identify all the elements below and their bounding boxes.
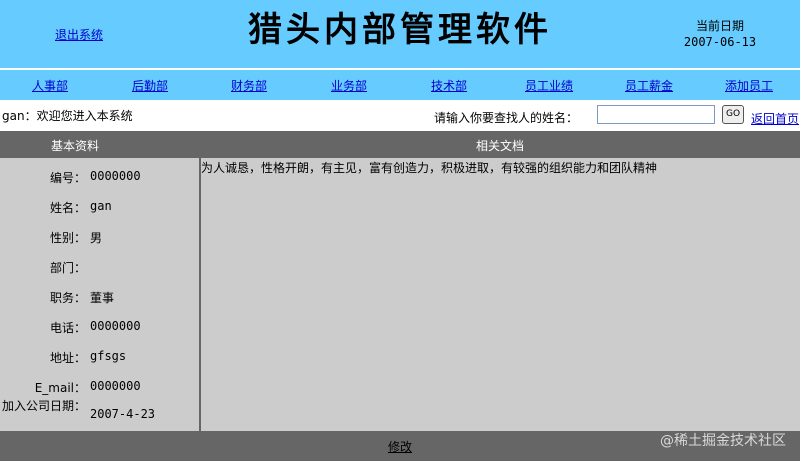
field-value: 董事 (90, 291, 115, 305)
field-label: 姓名： (49, 201, 86, 215)
header-bar: 退出系统 猎头内部管理软件 当前日期 2007-06-13 (0, 0, 800, 68)
field-position: 职务： 董事 (0, 281, 199, 311)
nav-salary[interactable]: 员工薪金 (625, 77, 673, 94)
edit-link[interactable]: 修改 (388, 440, 412, 454)
nav-tech[interactable]: 技术部 (431, 77, 467, 94)
field-value: 2007-4-23 (90, 407, 156, 421)
field-name: 姓名： gan (0, 191, 199, 221)
field-value: gan (90, 199, 112, 213)
field-label: 电话： (49, 321, 86, 335)
field-label: 性别： (49, 231, 86, 245)
field-label: 加入公司日期： (1, 399, 86, 413)
welcome-message: gan：欢迎您进入本系统 (2, 109, 133, 123)
logout-link[interactable]: 退出系统 (55, 26, 103, 43)
nav-finance[interactable]: 财务部 (231, 77, 267, 94)
go-button[interactable]: GO (722, 105, 744, 124)
nav-logistics[interactable]: 后勤部 (132, 77, 168, 94)
current-date: 当前日期 2007-06-13 (670, 18, 770, 50)
field-label: E_mail： (34, 381, 86, 395)
nav-business[interactable]: 业务部 (331, 77, 367, 94)
app-title: 猎头内部管理软件 (248, 10, 552, 50)
documents-panel: 为人诚恳，性格开朗，有主见，富有创造力，积极进取，有较强的组织能力和团队精神 (201, 158, 800, 431)
field-email: E_mail： 0000000 (0, 371, 199, 401)
field-address: 地址： gfsgs (0, 341, 199, 371)
field-value: gfsgs (90, 349, 127, 363)
field-join-date: 加入公司日期： 2007-4-23 (0, 399, 199, 429)
field-id: 编号： 0000000 (0, 161, 199, 191)
department-nav: 人事部 后勤部 财务部 业务部 技术部 员工业绩 员工薪金 添加员工 (0, 70, 800, 100)
field-label: 部门： (49, 261, 86, 275)
field-value: 0000000 (90, 379, 141, 393)
home-link[interactable]: 返回首页 (751, 110, 799, 127)
field-phone: 电话： 0000000 (0, 311, 199, 341)
document-text: 为人诚恳，性格开朗，有主见，富有创造力，积极进取，有较强的组织能力和团队精神 (201, 161, 658, 175)
field-department: 部门： (0, 251, 199, 281)
field-label: 地址： (49, 351, 86, 365)
date-label: 当前日期 (695, 19, 744, 33)
search-input[interactable] (597, 105, 715, 124)
field-value: 男 (90, 231, 103, 245)
nav-hr[interactable]: 人事部 (32, 77, 68, 94)
field-gender: 性别： 男 (0, 221, 199, 251)
nav-performance[interactable]: 员工业绩 (525, 77, 573, 94)
section-header: 基本资料 相关文档 (0, 131, 800, 158)
profile-panel: 编号： 0000000 姓名： gan 性别： 男 部门： 职务： 董事 电话：… (0, 158, 199, 431)
field-label: 编号： (49, 171, 86, 185)
basic-info-heading: 基本资料 (50, 139, 99, 153)
documents-heading: 相关文档 (475, 139, 524, 153)
field-value: 0000000 (90, 169, 141, 183)
field-value: 0000000 (90, 319, 141, 333)
watermark: @稀土掘金技术社区 (660, 433, 786, 449)
field-label: 职务： (49, 291, 86, 305)
nav-add-employee[interactable]: 添加员工 (725, 77, 773, 94)
date-value: 2007-06-13 (683, 35, 757, 49)
search-label: 请输入你要查找人的姓名： (434, 111, 579, 125)
welcome-row: gan：欢迎您进入本系统 请输入你要查找人的姓名： GO 返回首页 (0, 100, 800, 131)
